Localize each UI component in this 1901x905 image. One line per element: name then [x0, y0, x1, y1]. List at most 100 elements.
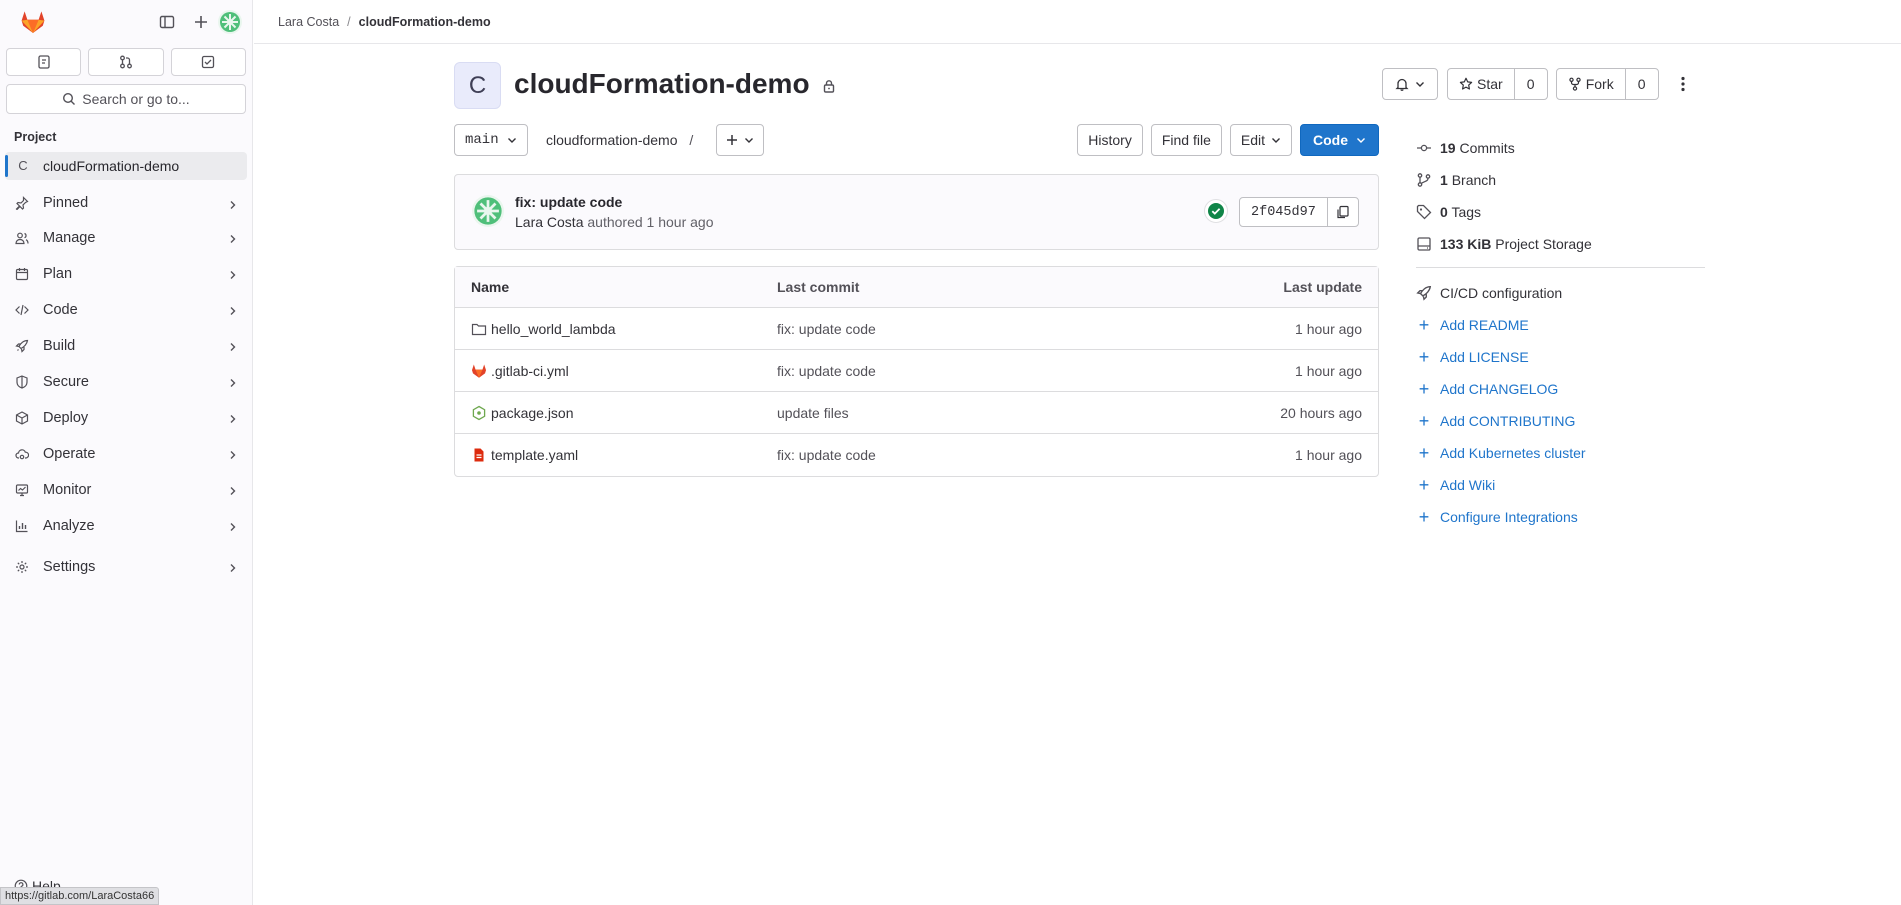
add-changelog-link[interactable]: + Add CHANGELOG [1416, 373, 1706, 405]
star-button[interactable]: Star [1448, 69, 1515, 99]
file-name-cell[interactable]: hello_world_lambda [471, 321, 745, 337]
column-header-name: Name [455, 267, 761, 308]
chevron-right-icon [228, 198, 238, 214]
breadcrumb-owner[interactable]: Lara Costa [278, 15, 339, 29]
storage-size: 133 KiB [1440, 236, 1492, 252]
sidebar-item-build[interactable]: Build [0, 328, 252, 364]
sidebar-item-manage[interactable]: Manage [0, 220, 252, 256]
add-kubernetes-cluster-link[interactable]: + Add Kubernetes cluster [1416, 437, 1706, 469]
configure-integrations-link[interactable]: + Configure Integrations [1416, 501, 1706, 533]
add-to-tree-dropdown[interactable] [716, 124, 764, 156]
project-avatar: C [454, 62, 501, 109]
tags-link[interactable]: 0 Tags [1416, 196, 1706, 228]
breadcrumb-separator: / [347, 14, 351, 29]
browser-status-url: https://gitlab.com/LaraCosta66 [0, 887, 160, 905]
sidebar-current-project[interactable]: C cloudFormation-demo [5, 152, 247, 180]
sidebar-item-label: Settings [43, 559, 96, 575]
repo-path-root[interactable]: cloudformation-demo [546, 132, 678, 148]
notifications-dropdown[interactable] [1382, 68, 1438, 100]
fork-count[interactable]: 0 [1626, 69, 1658, 99]
file-name-cell[interactable]: template.yaml [471, 447, 745, 463]
commits-count: 19 [1440, 140, 1456, 156]
sidebar-item-pinned[interactable]: Pinned [0, 186, 252, 220]
table-row[interactable]: .gitlab-ci.yml fix: update code 1 hour a… [455, 350, 1378, 392]
sidebar-item-analyze[interactable]: Analyze [0, 508, 252, 544]
sidebar-item-settings[interactable]: Settings [0, 549, 252, 585]
search-button[interactable]: Search or go to... [6, 84, 246, 114]
create-new-icon[interactable] [184, 9, 218, 35]
monitor-icon [14, 482, 30, 498]
add-contributing-label: Add CONTRIBUTING [1440, 413, 1576, 429]
find-file-button[interactable]: Find file [1150, 124, 1222, 156]
file-last-commit[interactable]: fix: update code [761, 308, 1061, 350]
folder-icon [471, 323, 487, 335]
file-name[interactable]: .gitlab-ci.yml [491, 363, 569, 379]
branches-link[interactable]: 1 Branch [1416, 164, 1706, 196]
file-name[interactable]: template.yaml [491, 447, 578, 463]
table-row[interactable]: template.yaml fix: update code 1 hour ag… [455, 434, 1378, 476]
add-wiki-link[interactable]: + Add Wiki [1416, 469, 1706, 501]
collapse-sidebar-icon[interactable] [150, 9, 184, 35]
sidebar-item-label: Manage [43, 230, 96, 246]
sidebar-item-plan[interactable]: Plan [0, 256, 252, 292]
sidebar-item-monitor[interactable]: Monitor [0, 472, 252, 508]
todos-tab[interactable] [170, 48, 246, 76]
issues-tab[interactable] [6, 48, 82, 76]
pipeline-status-icon[interactable] [1204, 199, 1228, 223]
tag-icon [1416, 204, 1432, 220]
bell-icon [1395, 78, 1409, 91]
file-name[interactable]: hello_world_lambda [491, 321, 616, 337]
add-contributing-link[interactable]: + Add CONTRIBUTING [1416, 405, 1706, 437]
file-last-commit[interactable]: fix: update code [761, 350, 1061, 392]
file-name-cell[interactable]: .gitlab-ci.yml [471, 363, 745, 379]
user-avatar[interactable] [218, 10, 242, 34]
storage-link[interactable]: 133 KiB Project Storage [1416, 228, 1706, 260]
current-project-name: cloudFormation-demo [43, 158, 180, 174]
branch-name: main [465, 132, 499, 148]
gitlab-logo-icon[interactable] [20, 9, 46, 35]
search-label: Search or go to... [82, 91, 190, 107]
file-name[interactable]: package.json [491, 405, 574, 421]
code-dropdown[interactable]: Code [1300, 124, 1379, 156]
fork-button[interactable]: Fork [1557, 69, 1626, 99]
commit-sha-group: 2f045d97 [1239, 197, 1359, 227]
table-row[interactable]: package.json update files 20 hours ago [455, 392, 1378, 434]
commit-author[interactable]: Lara Costa [515, 214, 583, 230]
sidebar-section-label: Project [14, 130, 57, 144]
commit-message[interactable]: fix: update code [515, 194, 622, 210]
branch-selector[interactable]: main [454, 124, 528, 156]
add-readme-link[interactable]: + Add README [1416, 309, 1706, 341]
rocket-icon [1416, 286, 1432, 301]
copy-sha-button[interactable] [1328, 198, 1358, 226]
sidebar-item-label: Code [43, 302, 78, 318]
file-name-cell[interactable]: package.json [471, 405, 745, 421]
commits-link[interactable]: 19 Commits [1416, 132, 1706, 164]
file-last-commit[interactable]: update files [761, 392, 1061, 434]
breadcrumb-project[interactable]: cloudFormation-demo [359, 15, 491, 29]
sidebar-item-deploy[interactable]: Deploy [0, 400, 252, 436]
edit-dropdown[interactable]: Edit [1229, 124, 1292, 156]
nodejs-file-icon [472, 405, 486, 420]
chevron-right-icon [228, 268, 238, 284]
sidebar-item-label: Analyze [43, 518, 95, 534]
project-letter-icon: C [18, 158, 28, 173]
more-actions-icon[interactable] [1673, 68, 1693, 100]
merge-requests-tab[interactable] [88, 48, 164, 76]
left-sidebar: Search or go to... Project C cloudFormat… [0, 0, 253, 905]
table-row[interactable]: hello_world_lambda fix: update code 1 ho… [455, 308, 1378, 350]
file-last-commit[interactable]: fix: update code [761, 434, 1061, 476]
commit-author-avatar[interactable] [472, 195, 504, 227]
history-button[interactable]: History [1077, 124, 1143, 156]
commit-sha[interactable]: 2f045d97 [1240, 198, 1328, 226]
sidebar-item-secure[interactable]: Secure [0, 364, 252, 400]
add-license-link[interactable]: + Add LICENSE [1416, 341, 1706, 373]
storage-label: Project Storage [1495, 236, 1592, 252]
star-count[interactable]: 0 [1515, 69, 1547, 99]
todo-icon [202, 55, 215, 69]
sidebar-item-code[interactable]: Code [0, 292, 252, 328]
chevron-down-icon [507, 138, 516, 143]
cicd-configuration-link[interactable]: CI/CD configuration [1416, 277, 1706, 309]
sidebar-item-operate[interactable]: Operate [0, 436, 252, 472]
chevron-right-icon [228, 561, 238, 577]
branch-icon [1417, 173, 1431, 187]
